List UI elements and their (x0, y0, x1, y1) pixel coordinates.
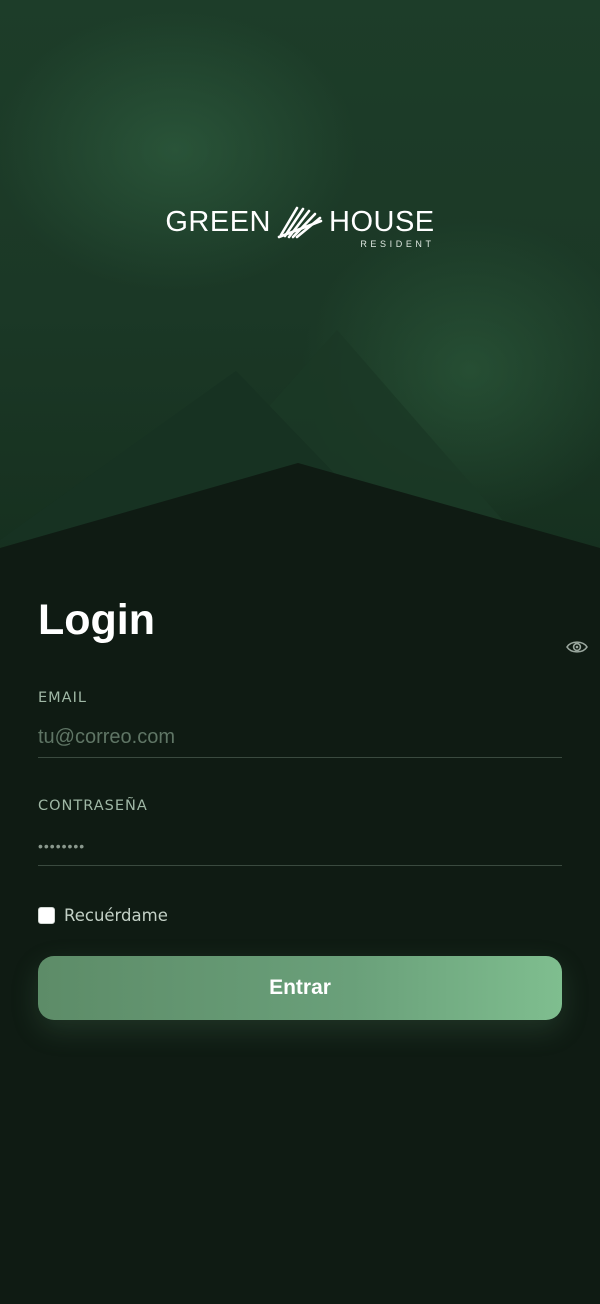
page-title: Login (38, 596, 156, 644)
remember-label: Recuérdame (64, 906, 168, 925)
brand-word-left: GREEN (165, 205, 271, 238)
brand-logo: GREEN HOUSE RESIDENT (0, 205, 600, 249)
password-label: CONTRASEÑA (38, 798, 148, 814)
submit-button[interactable]: Entrar (38, 956, 562, 1020)
email-label: EMAIL (38, 690, 87, 706)
email-input[interactable] (38, 718, 562, 758)
password-field-group: CONTRASEÑA (38, 798, 562, 866)
remember-checkbox[interactable] (38, 907, 55, 924)
brand-subtitle: RESIDENT (360, 239, 435, 249)
eye-icon[interactable] (566, 639, 588, 655)
mountains-illustration (0, 330, 600, 560)
email-field-group: EMAIL (38, 690, 562, 758)
brand-word-right: HOUSE (329, 205, 435, 238)
palm-leaf-icon (277, 206, 323, 239)
hero-banner: GREEN HOUSE RESIDENT (0, 0, 600, 560)
remember-me[interactable]: Recuérdame (38, 906, 168, 925)
password-input[interactable] (38, 826, 562, 866)
